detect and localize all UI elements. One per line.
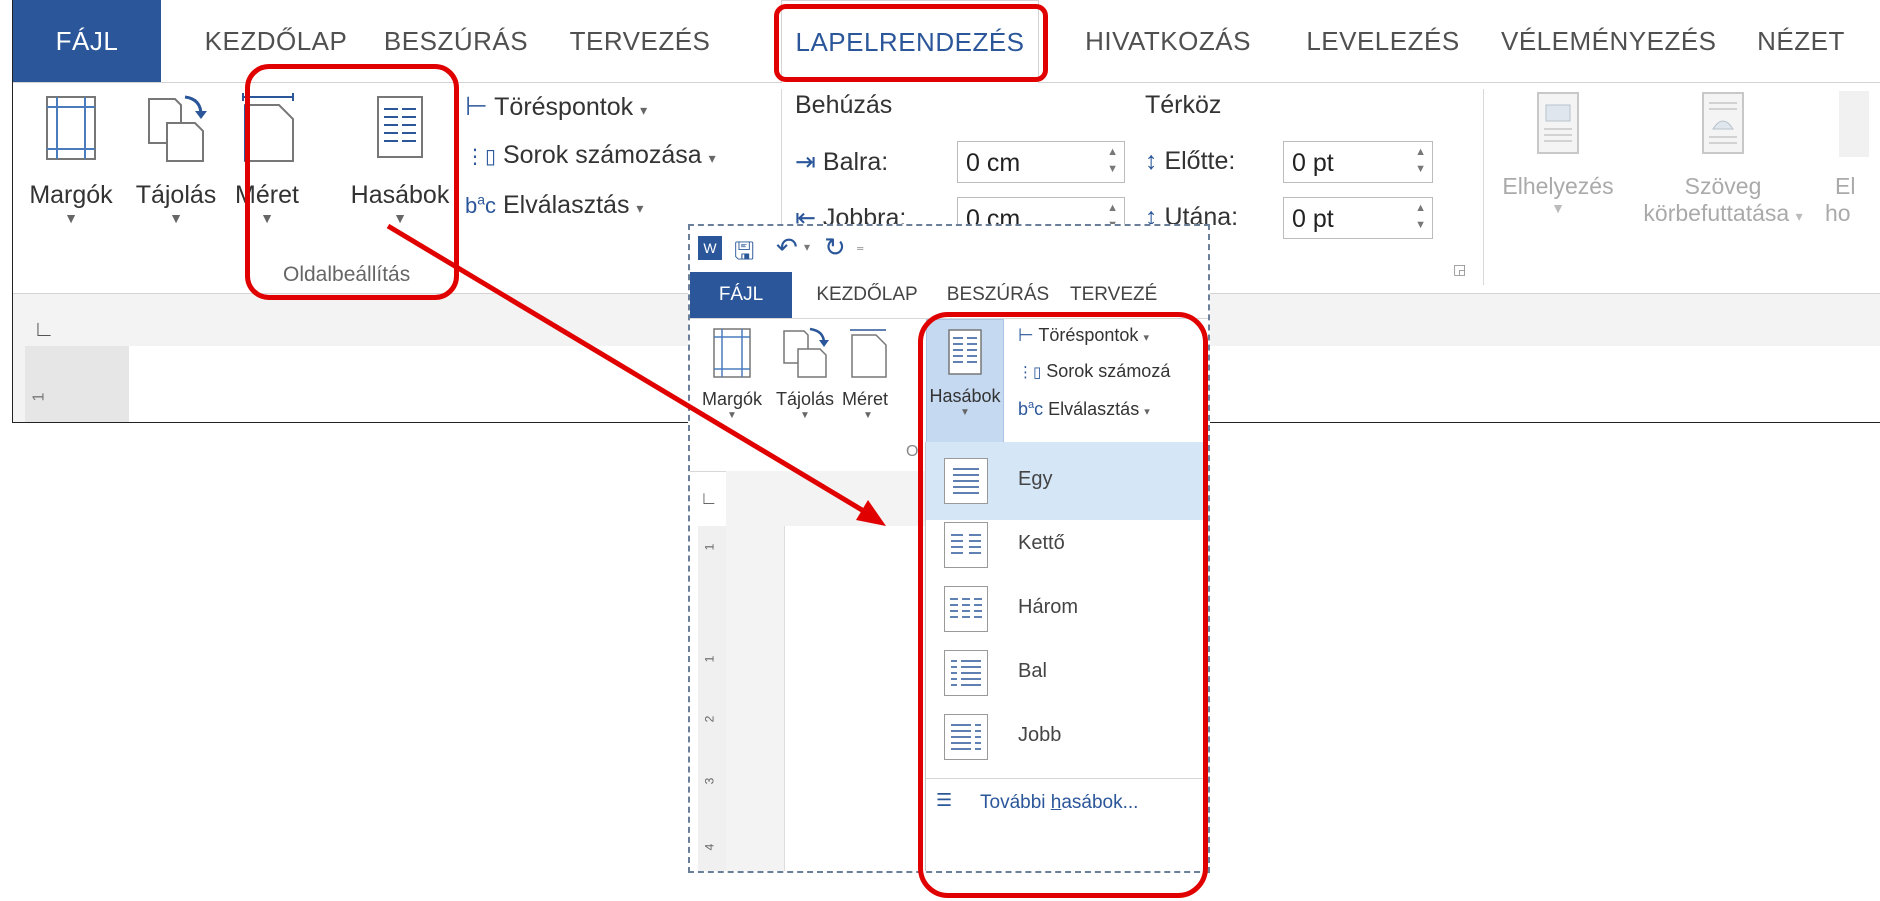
arrow-head-icon	[856, 500, 886, 526]
annotation-arrow	[386, 223, 886, 526]
